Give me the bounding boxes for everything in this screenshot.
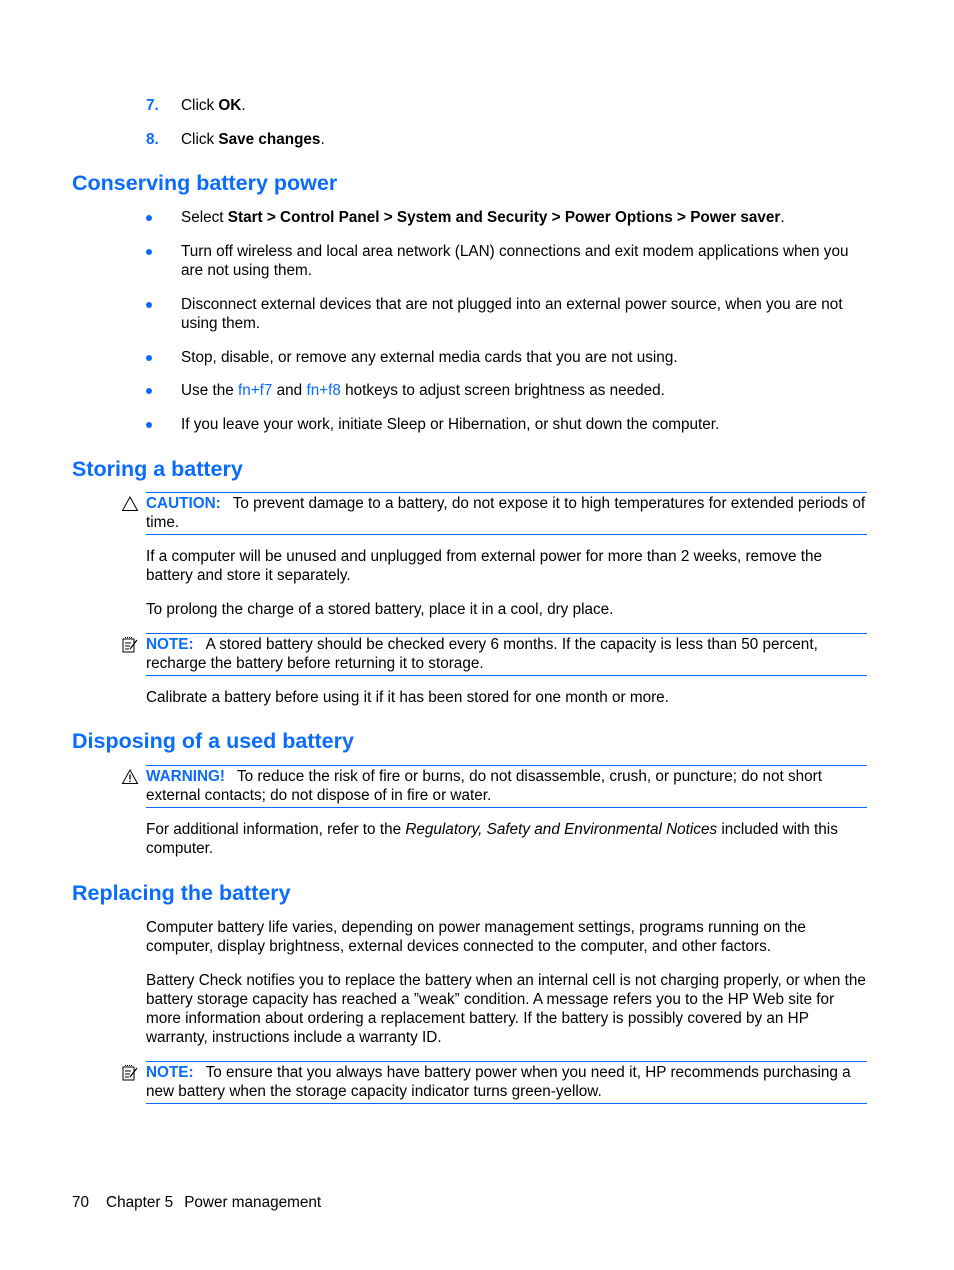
caution-triangle-icon <box>121 495 139 511</box>
note-pad-icon <box>122 1065 138 1081</box>
ok-label: OK <box>218 97 242 114</box>
hotkey-fn-f7-link[interactable]: fn+f7 <box>238 382 272 399</box>
bullet-icon <box>146 302 152 308</box>
list-item: Use the fn+f7 and fn+f8 hotkeys to adjus… <box>146 381 868 400</box>
page-number: 70 <box>72 1194 90 1211</box>
menu-path: Start > Control Panel > System and Secur… <box>227 209 781 226</box>
step-number: 8. <box>146 131 159 148</box>
paragraph: Battery Check notifies you to replace th… <box>146 972 866 1046</box>
chapter-title: Power management <box>184 1194 322 1211</box>
list-item: Disconnect external devices that are not… <box>146 295 868 333</box>
heading-disposing-of-a-used-battery: Disposing of a used battery <box>72 729 354 753</box>
bullet-icon <box>146 388 152 394</box>
bullet-icon <box>146 355 152 361</box>
note-label: NOTE: <box>146 636 194 653</box>
bullet-icon <box>146 249 152 255</box>
note-text: To ensure that you always have battery p… <box>146 1064 851 1100</box>
paragraph: For additional information, refer to the… <box>146 821 838 857</box>
paragraph: Calibrate a battery before using it if i… <box>146 689 669 706</box>
step-text: Click Save changes. <box>181 131 325 148</box>
warning-triangle-icon <box>121 768 139 784</box>
document-title: Regulatory, Safety and Environmental Not… <box>405 821 718 838</box>
list-item: Select Start > Control Panel > System an… <box>146 208 868 227</box>
save-changes-label: Save changes <box>218 131 321 148</box>
note-notice: NOTE: To ensure that you always have batt… <box>122 1061 867 1104</box>
note-text: A stored battery should be checked every… <box>146 636 818 672</box>
heading-storing-a-battery: Storing a battery <box>72 457 243 481</box>
heading-conserving-battery-power: Conserving battery power <box>72 171 338 195</box>
bullet-icon <box>146 215 152 221</box>
hotkey-fn-f8-link[interactable]: fn+f8 <box>306 382 340 399</box>
paragraph: If a computer will be unused and unplugg… <box>146 548 822 584</box>
note-pad-icon <box>122 637 138 653</box>
chapter-label: Chapter 5 <box>106 1194 174 1211</box>
caution-notice: CAUTION: To prevent damage to a battery, … <box>121 492 867 535</box>
paragraph: Computer battery life varies, depending … <box>146 919 806 955</box>
warning-text: To reduce the risk of fire or burns, do … <box>146 768 823 804</box>
caution-text: To prevent damage to a battery, do not e… <box>146 495 866 531</box>
heading-replacing-the-battery: Replacing the battery <box>72 881 291 905</box>
list-item: If you leave your work, initiate Sleep o… <box>146 415 868 434</box>
list-item: Stop, disable, or remove any external me… <box>146 348 868 367</box>
paragraph: To prolong the charge of a stored batter… <box>146 601 614 618</box>
note-label: NOTE: <box>146 1064 194 1081</box>
bullet-icon <box>146 422 152 428</box>
note-notice: NOTE: A stored battery should be checked … <box>122 633 867 676</box>
warning-notice: WARNING! To reduce the risk of fire or bu… <box>121 765 867 808</box>
list-item: Turn off wireless and local area network… <box>146 242 868 280</box>
page-footer: 70 Chapter 5 Power management <box>72 1193 338 1212</box>
step-text: Click OK. <box>181 97 246 114</box>
warning-label: WARNING! <box>146 768 226 785</box>
caution-label: CAUTION: <box>146 495 221 512</box>
step-number: 7. <box>146 97 159 114</box>
